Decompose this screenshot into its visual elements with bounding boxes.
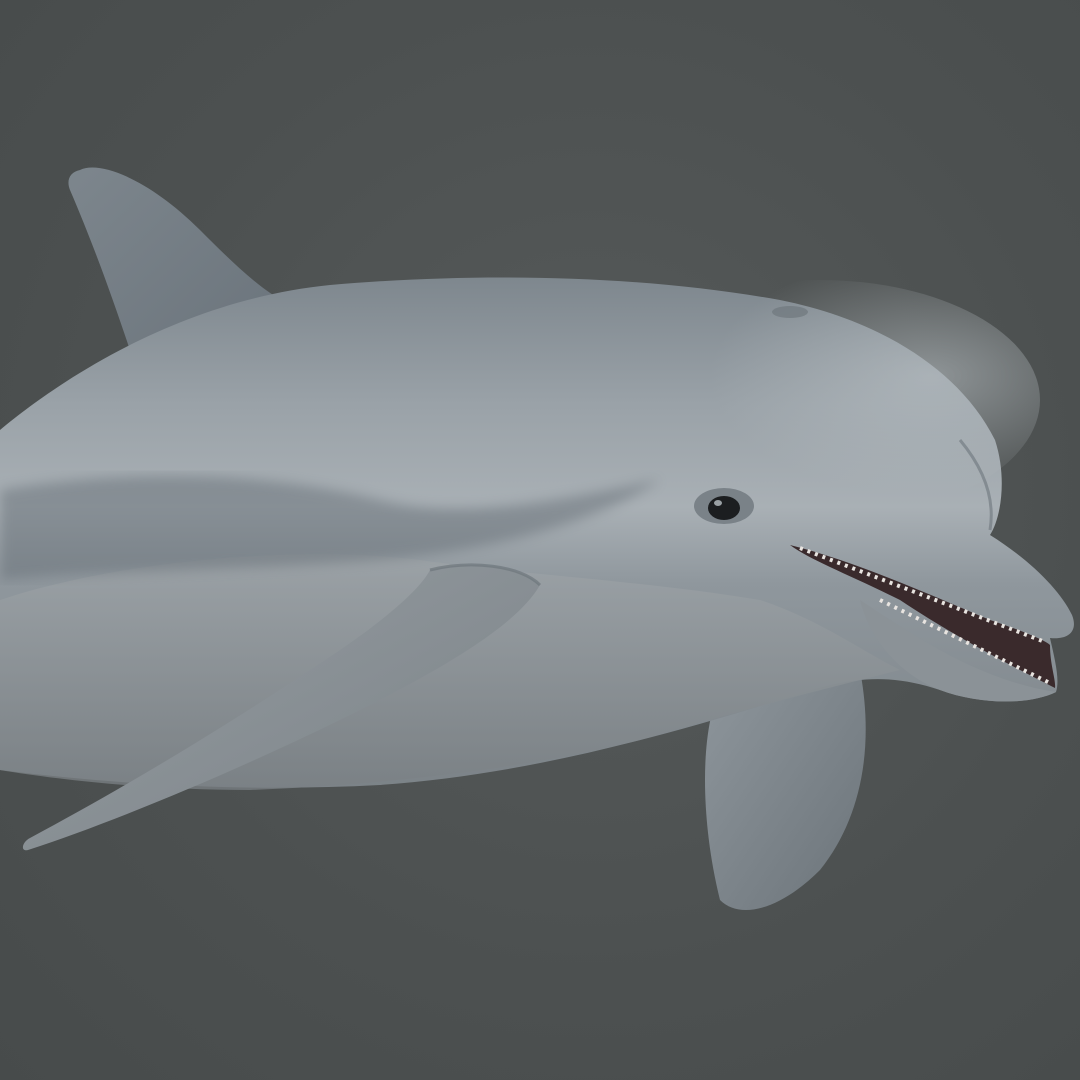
eye: [708, 496, 740, 520]
head-highlight: [600, 280, 1040, 520]
scene-background: [0, 0, 1080, 1080]
blowhole: [772, 306, 808, 318]
dolphin-illustration: [0, 167, 1074, 910]
eye-highlight: [714, 500, 722, 506]
